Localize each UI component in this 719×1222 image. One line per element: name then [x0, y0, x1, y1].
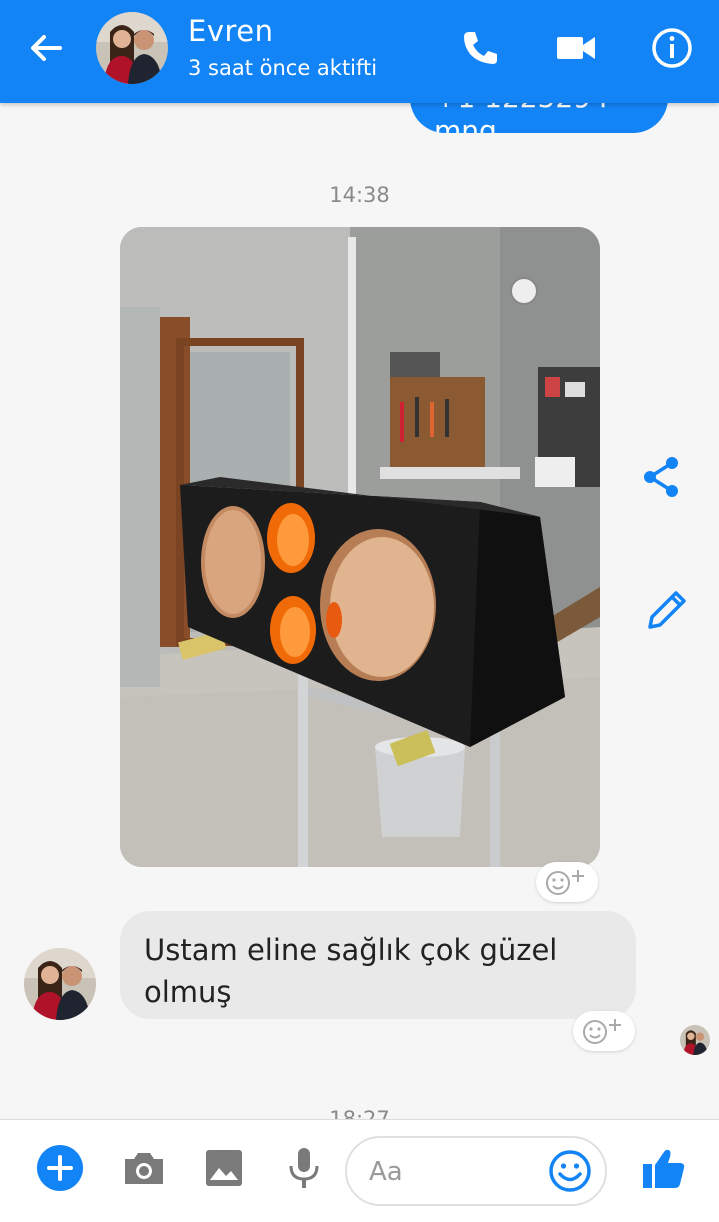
- add-reaction-icon: [546, 870, 584, 895]
- sent-message-bubble[interactable]: +1 1225294 mng: [410, 103, 668, 133]
- seen-receipt-avatar: [680, 1025, 710, 1055]
- message-composer: [0, 1119, 719, 1222]
- share-icon[interactable]: [636, 451, 688, 503]
- sender-avatar[interactable]: [24, 948, 96, 1020]
- add-reaction-button[interactable]: [573, 1011, 635, 1051]
- add-reaction-button[interactable]: [536, 862, 598, 902]
- edit-pencil-icon[interactable]: [642, 583, 694, 635]
- microphone-icon[interactable]: [280, 1144, 328, 1192]
- contact-name[interactable]: Evren: [188, 14, 274, 48]
- photo-message[interactable]: [120, 227, 600, 867]
- add-reaction-icon: [583, 1019, 621, 1044]
- thumbs-up-icon[interactable]: [640, 1144, 688, 1192]
- message-input-wrapper[interactable]: [345, 1136, 607, 1206]
- info-icon[interactable]: [648, 24, 696, 72]
- emoji-icon[interactable]: [547, 1148, 593, 1194]
- sent-message-text: +1 1225294 mng: [434, 103, 609, 133]
- phone-icon[interactable]: [456, 24, 504, 72]
- camera-icon[interactable]: [120, 1144, 168, 1192]
- plus-icon[interactable]: [36, 1144, 84, 1192]
- video-camera-icon[interactable]: [552, 24, 600, 72]
- back-arrow-icon[interactable]: [24, 26, 68, 70]
- contact-avatar[interactable]: [96, 12, 168, 84]
- chat-header: Evren 3 saat önce aktifti: [0, 0, 719, 103]
- received-message-text: Ustam eline sağlık çok güzel olmuş: [144, 933, 558, 1010]
- message-list[interactable]: +1 1225294 mng 14:38: [0, 103, 719, 1119]
- timestamp: 14:38: [329, 183, 390, 207]
- message-input[interactable]: [369, 1150, 539, 1194]
- timestamp: 18:27: [329, 1107, 390, 1119]
- contact-status: 3 saat önce aktifti: [188, 56, 378, 80]
- received-message-bubble[interactable]: Ustam eline sağlık çok güzel olmuş: [120, 911, 636, 1019]
- gallery-icon[interactable]: [200, 1144, 248, 1192]
